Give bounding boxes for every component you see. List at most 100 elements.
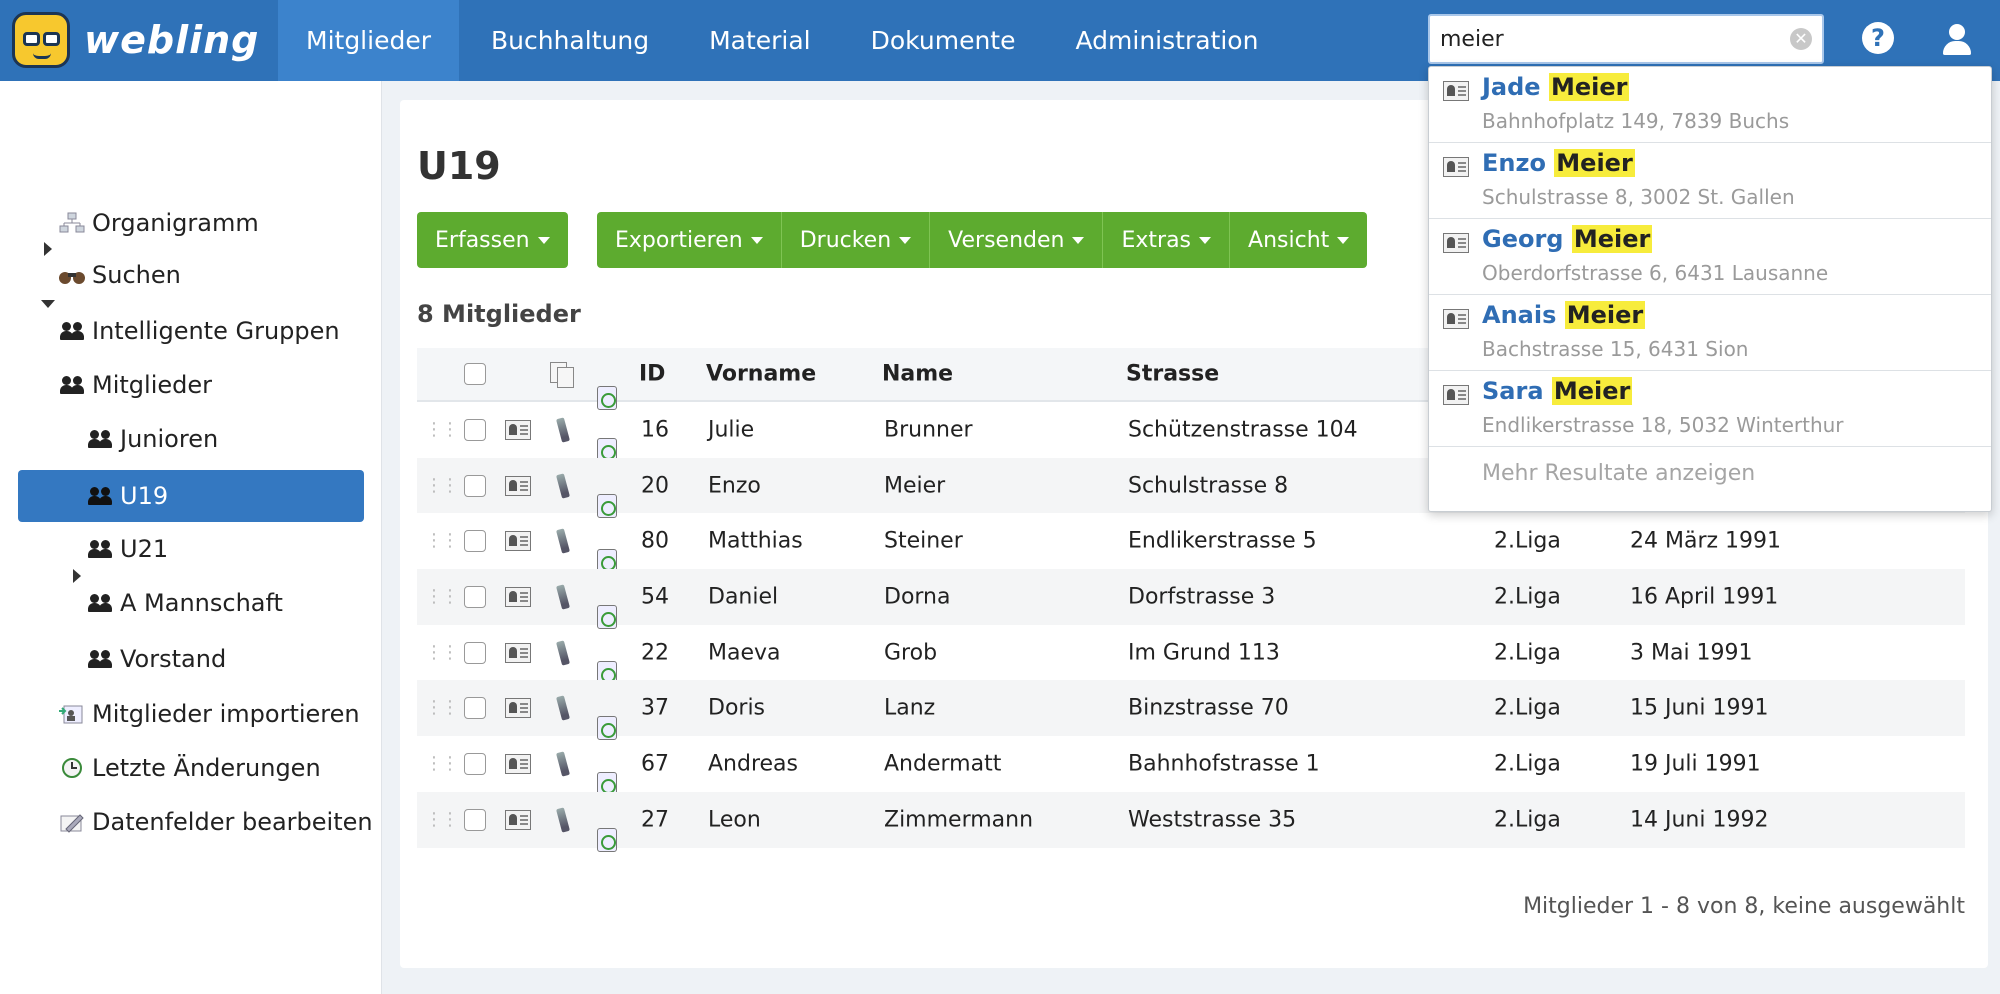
cell-strasse: Im Grund 113 xyxy=(1128,640,1280,666)
logo-text: webling xyxy=(84,18,260,62)
table-row[interactable]: ⋮⋮ 80 Matthias Steiner Endlikerstrasse 5 2.Li… xyxy=(417,513,1965,574)
row-checkbox[interactable] xyxy=(464,530,486,553)
row-checkbox[interactable] xyxy=(464,641,486,664)
sidebar-item-vorstand[interactable]: Vorstand xyxy=(86,633,226,685)
cell-strasse: Dorfstrasse 3 xyxy=(1128,584,1276,610)
sidebar-item-u19[interactable]: U19 xyxy=(18,470,364,522)
row-checkbox[interactable] xyxy=(464,474,486,497)
member-card-icon[interactable] xyxy=(505,809,531,830)
extras-button[interactable]: Extras xyxy=(1103,212,1231,268)
drag-handle-icon[interactable]: ⋮⋮ xyxy=(425,532,459,550)
member-card-icon[interactable] xyxy=(505,698,531,719)
drag-handle-icon[interactable]: ⋮⋮ xyxy=(425,476,459,494)
member-card-icon[interactable] xyxy=(505,642,531,663)
search-input[interactable] xyxy=(1430,16,1770,62)
nav-buchhaltung[interactable]: Buchhaltung xyxy=(463,0,677,81)
drag-handle-icon[interactable]: ⋮⋮ xyxy=(425,754,459,772)
expand-caret-icon[interactable] xyxy=(73,569,81,583)
member-card-icon[interactable] xyxy=(505,475,531,496)
member-card-icon[interactable] xyxy=(505,531,531,552)
webling-logo[interactable]: webling xyxy=(12,12,259,68)
row-checkbox[interactable] xyxy=(464,585,486,608)
header-vorname[interactable]: Vorname xyxy=(706,362,816,387)
drag-handle-icon[interactable]: ⋮⋮ xyxy=(425,420,459,438)
edit-pen-icon[interactable] xyxy=(556,807,570,833)
drag-handle-icon[interactable]: ⋮⋮ xyxy=(425,643,459,661)
drag-handle-icon[interactable]: ⋮⋮ xyxy=(425,810,459,828)
more-results-link[interactable]: Mehr Resultate anzeigen xyxy=(1482,461,1755,486)
drag-handle-icon[interactable]: ⋮⋮ xyxy=(425,699,459,717)
clear-search-icon[interactable]: ✕ xyxy=(1790,28,1812,50)
member-card-icon[interactable] xyxy=(505,586,531,607)
member-card-icon[interactable] xyxy=(505,753,531,774)
sidebar-item-a-mannschaft[interactable]: A Mannschaft xyxy=(86,577,283,629)
sidebar-item-label: U19 xyxy=(120,482,169,510)
search-result-item[interactable]: Sara Meier Endlikerstrasse 18, 5032 Winte… xyxy=(1429,371,1991,447)
cell-liga: 2.Liga xyxy=(1494,807,1561,833)
sidebar-item-letzte-aenderungen[interactable]: Letzte Änderungen xyxy=(58,742,321,794)
header-id[interactable]: ID xyxy=(639,362,665,387)
drag-handle-icon[interactable]: ⋮⋮ xyxy=(425,587,459,605)
row-checkbox[interactable] xyxy=(464,808,486,831)
edit-pen-icon[interactable] xyxy=(556,528,570,554)
row-checkbox[interactable] xyxy=(464,418,486,441)
cell-name: Grob xyxy=(884,640,938,666)
sidebar-item-label: Vorstand xyxy=(120,645,227,673)
result-address: Bachstrasse 15, 6431 Sion xyxy=(1482,337,1749,361)
search-result-item[interactable]: Jade Meier Bahnhofplatz 149, 7839 Buchs xyxy=(1429,67,1991,143)
cell-name: Brunner xyxy=(884,417,973,443)
expand-caret-icon[interactable] xyxy=(44,242,52,256)
nav-dokumente[interactable]: Dokumente xyxy=(843,0,1044,81)
search-results-dropdown: Jade Meier Bahnhofplatz 149, 7839 Buchs En… xyxy=(1428,66,1992,512)
table-row[interactable]: ⋮⋮ 54 Daniel Dorna Dorfstrasse 3 2.Liga 16 Apr… xyxy=(417,569,1965,629)
edit-pen-icon[interactable] xyxy=(556,417,570,443)
table-row[interactable]: ⋮⋮ 37 Doris Lanz Binzstrasse 70 2.Liga 15 Juni… xyxy=(417,680,1965,741)
sidebar-item-organigramm[interactable]: Organigramm xyxy=(58,197,259,249)
sidebar-item-label: U21 xyxy=(120,535,169,563)
edit-pen-icon[interactable] xyxy=(556,584,570,610)
collapse-caret-icon[interactable] xyxy=(41,300,55,308)
versenden-button[interactable]: Versenden xyxy=(930,212,1104,268)
table-row[interactable]: ⋮⋮ 27 Leon Zimmermann Weststrasse 35 2.Liga 14… xyxy=(417,791,1965,852)
cell-datum: 3 Mai 1991 xyxy=(1630,640,1753,666)
table-row[interactable]: ⋮⋮ 67 Andreas Andermatt Bahnhofstrasse 1 2.Li… xyxy=(417,736,1965,796)
nav-material[interactable]: Material xyxy=(681,0,839,81)
header-strasse[interactable]: Strasse xyxy=(1126,362,1219,387)
sidebar-item-intelligente-gruppen[interactable]: Intelligente Gruppen xyxy=(58,305,340,357)
edit-pen-icon[interactable] xyxy=(556,695,570,721)
sidebar-item-suchen[interactable]: Suchen xyxy=(58,249,181,301)
sidebar-item-datenfelder-bearbeiten[interactable]: Datenfelder bearbeiten xyxy=(58,796,373,848)
member-card-icon[interactable] xyxy=(505,419,531,440)
nav-mitglieder[interactable]: Mitglieder xyxy=(278,0,459,81)
sidebar-item-label: Junioren xyxy=(120,425,219,453)
member-card-icon xyxy=(1443,385,1469,405)
ansicht-button[interactable]: Ansicht xyxy=(1230,212,1367,268)
sidebar-item-mitglieder[interactable]: Mitglieder xyxy=(58,359,212,411)
edit-pen-icon[interactable] xyxy=(556,472,570,499)
edit-pen-icon[interactable] xyxy=(556,751,570,777)
user-icon[interactable] xyxy=(1940,22,1974,56)
sidebar-item-label: A Mannschaft xyxy=(120,589,283,617)
help-button[interactable]: ? xyxy=(1862,22,1894,54)
nav-administration[interactable]: Administration xyxy=(1048,0,1287,81)
edit-pen-icon[interactable] xyxy=(556,639,570,666)
header-name[interactable]: Name xyxy=(882,362,953,387)
sidebar-item-u21[interactable]: U21 xyxy=(86,523,168,575)
drucken-button[interactable]: Drucken xyxy=(782,212,931,268)
cell-vorname: Daniel xyxy=(708,584,779,610)
search-result-item[interactable]: Anais Meier Bachstrasse 15, 6431 Sion xyxy=(1429,295,1991,371)
search-result-item[interactable]: Enzo Meier Schulstrasse 8, 3002 St. Galle… xyxy=(1429,143,1991,219)
record-icon[interactable] xyxy=(597,827,617,852)
sidebar-item-junioren[interactable]: Junioren xyxy=(86,413,218,465)
cell-id: 37 xyxy=(641,695,669,721)
result-address: Schulstrasse 8, 3002 St. Gallen xyxy=(1482,185,1795,209)
select-all-checkbox[interactable] xyxy=(464,363,486,385)
cell-name: Meier xyxy=(884,473,946,499)
table-row[interactable]: ⋮⋮ 22 Maeva Grob Im Grund 113 2.Liga 3 Mai 199… xyxy=(417,625,1965,685)
erfassen-button[interactable]: Erfassen xyxy=(417,212,568,268)
sidebar-item-mitglieder-importieren[interactable]: Mitglieder importieren xyxy=(58,688,360,740)
row-checkbox[interactable] xyxy=(464,752,486,775)
exportieren-button[interactable]: Exportieren xyxy=(597,212,782,268)
row-checkbox[interactable] xyxy=(464,697,486,720)
search-result-item[interactable]: Georg Meier Oberdorfstrasse 6, 6431 Lausa… xyxy=(1429,219,1991,295)
